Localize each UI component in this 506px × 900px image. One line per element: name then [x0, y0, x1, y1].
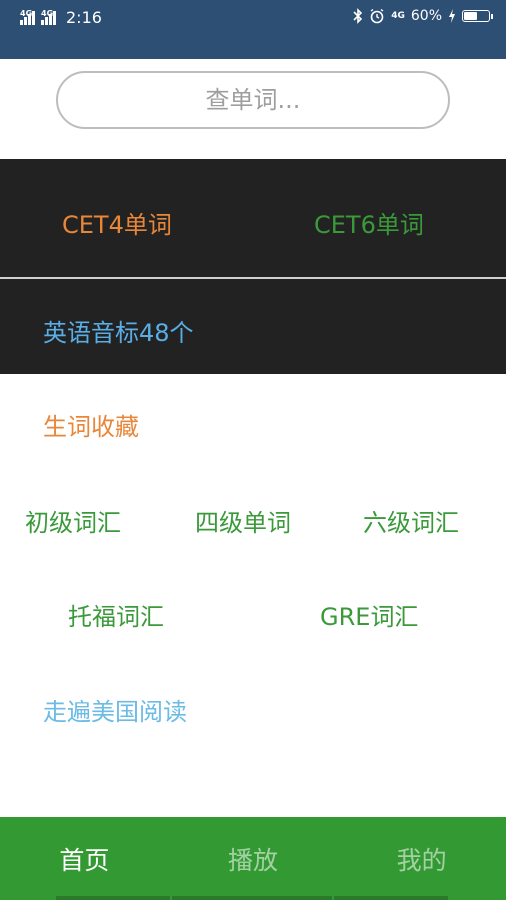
tab-mine[interactable]: 我的: [337, 817, 506, 900]
signal-strength-icon: 4G: [20, 8, 35, 25]
status-right: 4G 60%: [353, 8, 493, 24]
battery-percent: 60%: [410, 8, 442, 24]
signal-type-label-2: 4G: [41, 8, 54, 18]
tab-underline: [334, 896, 448, 900]
beginner-vocab-link[interactable]: 初级词汇: [25, 503, 121, 538]
cet6-words-link[interactable]: CET6单词: [314, 205, 424, 240]
tab-underline: [56, 896, 170, 900]
status-left: 4G 4G 2:16: [20, 8, 102, 27]
tab-underline: [172, 896, 332, 900]
toefl-vocab-link[interactable]: 托福词汇: [68, 597, 164, 632]
bluetooth-icon: [353, 8, 363, 24]
level6-vocab-link[interactable]: 六级词汇: [363, 503, 459, 538]
cet4-words-link[interactable]: CET4单词: [62, 205, 172, 240]
search-area: [0, 59, 506, 159]
phonetics-link[interactable]: 英语音标48个: [43, 313, 194, 348]
favorites-link[interactable]: 生词收藏: [43, 407, 139, 442]
gre-vocab-link[interactable]: GRE词汇: [320, 597, 418, 632]
alarm-icon: [370, 8, 384, 24]
battery-fill: [464, 12, 477, 20]
signal-strength-icon-2: 4G: [41, 8, 56, 25]
charging-icon: [449, 9, 455, 23]
bottom-tab-bar: 首页 播放 我的: [0, 817, 506, 900]
tab-play[interactable]: 播放: [169, 817, 338, 900]
clock: 2:16: [66, 8, 102, 27]
signal-type-label: 4G: [20, 8, 33, 18]
network-type-label: 4G: [391, 11, 405, 21]
level4-words-link[interactable]: 四级单词: [195, 503, 291, 538]
search-input[interactable]: [56, 71, 450, 129]
reading-link[interactable]: 走遍美国阅读: [43, 692, 187, 727]
battery-icon: [462, 10, 493, 22]
tab-home[interactable]: 首页: [0, 817, 169, 900]
status-bar: 4G 4G 2:16 4G 60%: [0, 0, 506, 59]
